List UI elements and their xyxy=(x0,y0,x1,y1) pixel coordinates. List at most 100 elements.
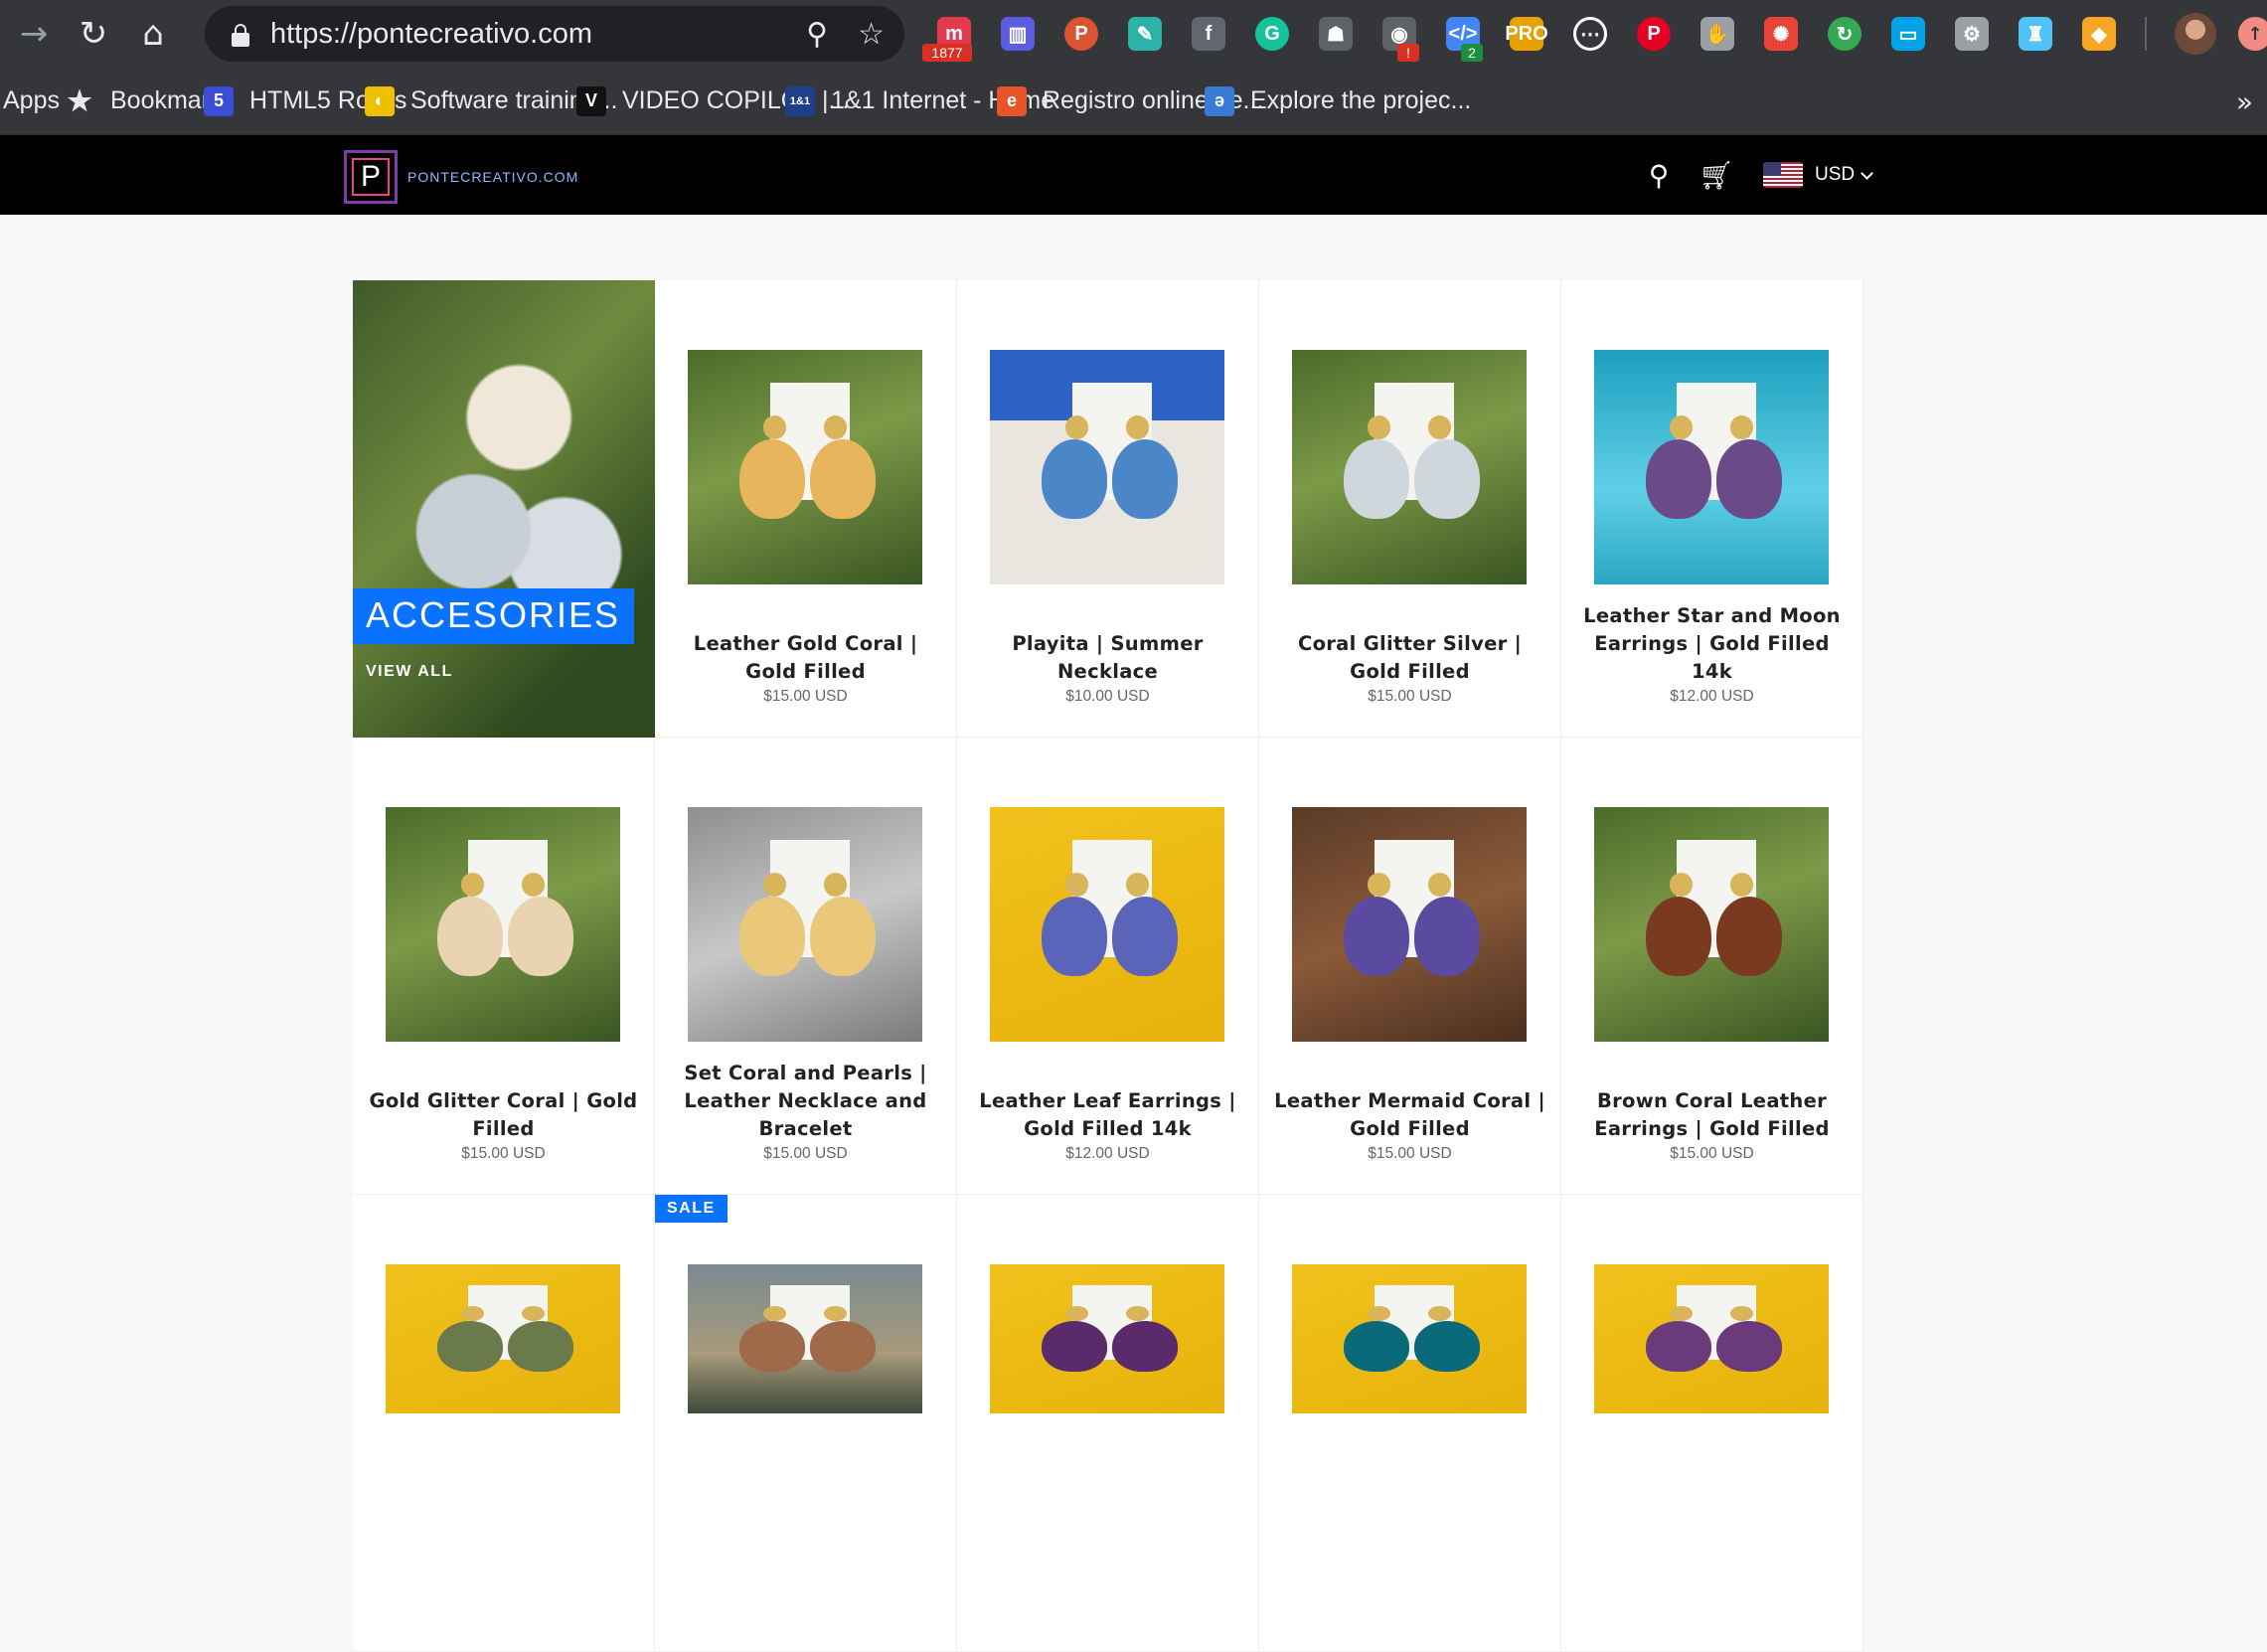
product-card[interactable]: Leather Star and Moon Earrings | Gold Fi… xyxy=(1561,280,1863,738)
product-title[interactable]: Brown Coral Leather Earrings | Gold Fill… xyxy=(1575,1087,1849,1143)
product-image[interactable] xyxy=(1292,1264,1527,1413)
extension-badge: 1877 xyxy=(922,44,972,62)
html5-icon: 5 xyxy=(204,85,234,116)
search-icon[interactable]: ⚲ xyxy=(1630,159,1688,192)
feather-extension-icon[interactable]: ✎ xyxy=(1113,0,1177,68)
product-image[interactable] xyxy=(688,1264,922,1413)
cart-icon[interactable]: 🛒︎ xyxy=(1688,159,1745,192)
product-price: $15.00 USD xyxy=(1368,1145,1452,1162)
product-price: $12.00 USD xyxy=(1065,1145,1150,1162)
product-card[interactable]: SALE xyxy=(655,1195,957,1652)
product-image[interactable] xyxy=(1292,350,1527,584)
product-card[interactable]: Gold Glitter Coral | Gold Filled $15.00 U… xyxy=(353,738,655,1195)
address-bar[interactable]: https://pontecreativo.com ⚲ ☆ xyxy=(205,6,904,62)
update-icon[interactable]: ↑ xyxy=(2238,17,2267,51)
explore-icon: ə xyxy=(1205,85,1234,116)
monitor-extension-icon[interactable]: ▭ xyxy=(1876,0,1940,68)
settings-extension-icon[interactable]: ⚙ xyxy=(1940,0,2004,68)
product-title[interactable]: Leather Mermaid Coral | Gold Filled xyxy=(1273,1087,1546,1143)
product-image[interactable] xyxy=(990,1264,1224,1413)
product-card[interactable] xyxy=(1259,1195,1561,1652)
refresh-extension-icon[interactable]: ↻ xyxy=(1813,0,1876,68)
pinterest-extension-icon[interactable]: P xyxy=(1622,0,1686,68)
product-title[interactable]: Leather Gold Coral | Gold Filled xyxy=(669,630,942,686)
product-card[interactable]: Coral Glitter Silver | Gold Filled $15.00… xyxy=(1259,280,1561,738)
tag-extension-icon[interactable]: ◆ xyxy=(2067,0,2131,68)
product-card[interactable]: Set Coral and Pearls | Leather Necklace … xyxy=(655,738,957,1195)
product-image[interactable] xyxy=(688,807,922,1042)
devtools-extension-icon[interactable]: </> 2 xyxy=(1431,0,1495,68)
product-title[interactable]: Gold Glitter Coral | Gold Filled xyxy=(367,1087,640,1143)
collection-card-accesories[interactable]: ACCESORIES VIEW ALL xyxy=(353,280,655,738)
chevron-down-icon xyxy=(1861,166,1873,180)
product-card[interactable]: Leather Gold Coral | Gold Filled $15.00 U… xyxy=(655,280,957,738)
lynda-icon: ◐ xyxy=(365,85,395,116)
producthunt-extension-icon[interactable]: P xyxy=(1050,0,1113,68)
collection-title: ACCESORIES xyxy=(353,588,635,644)
logo-mark-icon: P xyxy=(344,150,398,204)
product-title[interactable]: Coral Glitter Silver | Gold Filled xyxy=(1273,630,1546,686)
product-card[interactable]: Brown Coral Leather Earrings | Gold Fill… xyxy=(1561,738,1863,1195)
product-image[interactable] xyxy=(386,807,620,1042)
product-image[interactable] xyxy=(688,350,922,584)
momentum-extension-icon[interactable]: m 1877 xyxy=(922,0,986,68)
zoom-icon[interactable]: ⚲ xyxy=(806,17,828,52)
star-icon: ★ xyxy=(67,85,92,116)
site-logo[interactable]: P PONTECREATIVO.COM xyxy=(344,149,578,205)
product-price: $15.00 USD xyxy=(763,1145,848,1162)
reload-button[interactable]: ↻ xyxy=(64,4,123,64)
view-all-link[interactable]: VIEW ALL xyxy=(366,663,453,681)
product-title[interactable]: Playita | Summer Necklace xyxy=(971,630,1244,686)
product-image[interactable] xyxy=(990,350,1224,584)
product-card[interactable]: Leather Mermaid Coral | Gold Filled $15.0… xyxy=(1259,738,1561,1195)
home-button[interactable]: ⌂ xyxy=(123,4,183,64)
product-price: $15.00 USD xyxy=(461,1145,546,1162)
lock-icon[interactable] xyxy=(231,21,250,47)
extension-badge: 2 xyxy=(1461,44,1483,62)
bookmark-star-icon[interactable]: ☆ xyxy=(858,17,885,52)
profile-avatar[interactable] xyxy=(2175,13,2216,55)
product-image[interactable] xyxy=(1594,350,1829,584)
product-image[interactable] xyxy=(386,1264,620,1413)
bookmark-explore-the-projec[interactable]: ə Explore the projec... xyxy=(1205,68,1471,135)
figure-extension-icon[interactable]: ♜ xyxy=(2004,0,2067,68)
product-card[interactable] xyxy=(1561,1195,1863,1652)
videocopilot-icon: V xyxy=(576,85,606,116)
facebook-extension-icon[interactable]: f xyxy=(1177,0,1240,68)
product-title[interactable]: Set Coral and Pearls | Leather Necklace … xyxy=(669,1060,942,1143)
browser-toolbar: → ↻ ⌂ https://pontecreativo.com ⚲ ☆ m 187… xyxy=(0,0,2267,68)
product-image[interactable] xyxy=(1292,807,1527,1042)
extensions-bar: m 1877 ▥ P ✎ f G ☗ ◉! </> 2 PRO ⋯ P ✋ ✺ ↻ ▭ ⚙ ♜ ◆ ↑ xyxy=(922,0,2267,68)
hand-extension-icon[interactable]: ✋ xyxy=(1686,0,1749,68)
grammarly-extension-icon[interactable]: G xyxy=(1240,0,1304,68)
spy-extension-icon[interactable]: ☗ xyxy=(1304,0,1368,68)
product-grid: ACCESORIES VIEW ALL Leather Gold Coral |… xyxy=(353,280,1863,1652)
logo-text: PONTECREATIVO.COM xyxy=(407,169,579,185)
currency-selector[interactable]: USD xyxy=(1763,162,1873,188)
product-card[interactable]: Playita | Summer Necklace $10.00 USD xyxy=(957,280,1259,738)
product-card[interactable]: Leather Leaf Earrings | Gold Filled 14k $… xyxy=(957,738,1259,1195)
pro-extension-icon[interactable]: PRO xyxy=(1495,0,1558,68)
product-price: $15.00 USD xyxy=(763,688,848,705)
camera-extension-icon[interactable]: ◉! xyxy=(1368,0,1431,68)
more-bookmarks-icon[interactable]: » xyxy=(2236,68,2253,135)
product-image[interactable] xyxy=(990,807,1224,1042)
bookmarks-bar: » Apps ★ Bookmarks 5 HTML5 Rocks ◐ Software tr… xyxy=(0,68,2267,135)
registro-icon: e xyxy=(997,85,1027,116)
product-card[interactable] xyxy=(353,1195,655,1652)
product-price: $12.00 USD xyxy=(1670,688,1754,705)
site-header: P PONTECREATIVO.COM ⚲ 🛒︎ USD xyxy=(0,135,2267,215)
product-image[interactable] xyxy=(1594,1264,1829,1413)
product-price: $15.00 USD xyxy=(1368,688,1452,705)
product-title[interactable]: Leather Leaf Earrings | Gold Filled 14k xyxy=(971,1087,1244,1143)
product-image[interactable] xyxy=(1594,807,1829,1042)
bookmark-apps[interactable]: Apps xyxy=(3,68,60,135)
product-card[interactable] xyxy=(957,1195,1259,1652)
dots-extension-icon[interactable]: ⋯ xyxy=(1558,0,1622,68)
url-text[interactable]: https://pontecreativo.com xyxy=(270,18,592,51)
forward-button[interactable]: → xyxy=(4,4,64,64)
product-title[interactable]: Leather Star and Moon Earrings | Gold Fi… xyxy=(1575,602,1849,686)
us-flag-icon xyxy=(1763,162,1803,188)
colorwheel-extension-icon[interactable]: ✺ xyxy=(1749,0,1813,68)
columns-extension-icon[interactable]: ▥ xyxy=(986,0,1050,68)
